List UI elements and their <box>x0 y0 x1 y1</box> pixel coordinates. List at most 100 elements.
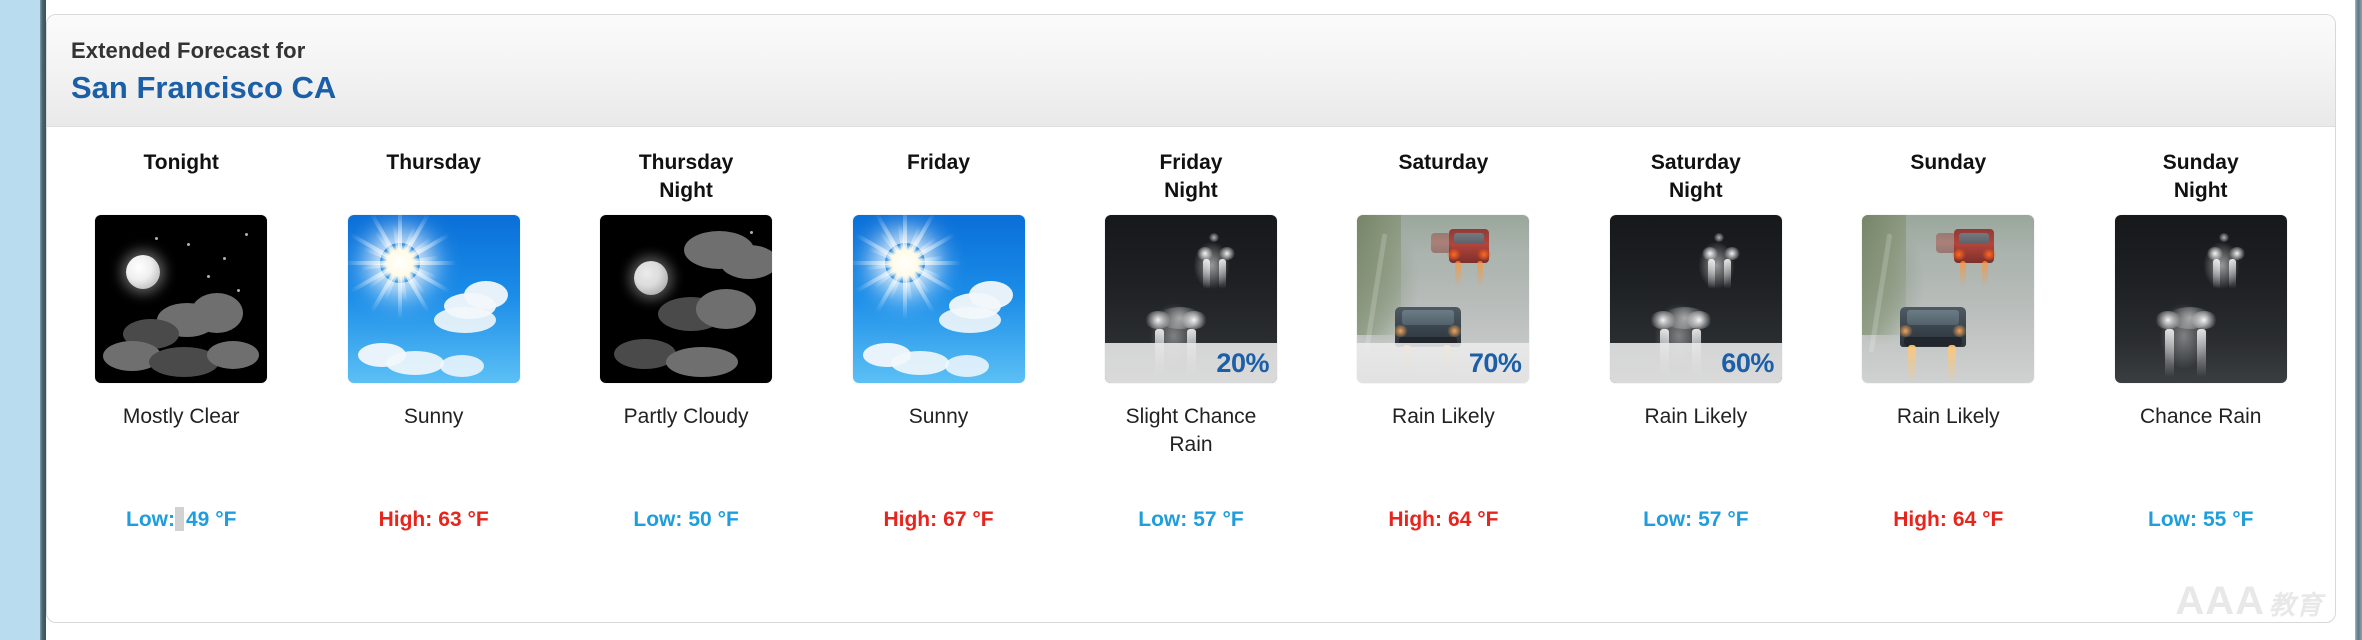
page-right-border <box>2355 0 2362 640</box>
forecast-icon-wrapper[interactable] <box>2075 215 2327 387</box>
temp-label: Low: <box>1643 508 1693 531</box>
forecast-icon-wrapper[interactable]: 20% <box>1065 215 1317 387</box>
night-mostly-clear-icon <box>95 215 268 383</box>
temp-value: 64 °F <box>1448 508 1499 531</box>
watermark-cjk-text: 教育 <box>2268 590 2323 620</box>
forecast-day-line1: Thursday <box>638 151 734 174</box>
forecast-day-label: Thursday Night <box>560 149 812 211</box>
text-selection-marker <box>175 507 184 531</box>
forecast-day-label: Friday <box>812 149 1064 211</box>
forecast-icon-wrapper[interactable] <box>560 215 812 387</box>
precip-probability-badge: 70% <box>1357 343 1530 383</box>
day-rain-icon <box>1862 215 2035 383</box>
precip-probability-text: 70% <box>1468 347 1522 378</box>
forecast-day-line1: Tonight <box>143 151 219 174</box>
forecast-columns: Tonight Mostly Clear Low: 49 °F Thursday Sunn… <box>47 127 2335 532</box>
forecast-day-line1: Sunday <box>1910 151 1987 174</box>
forecast-temperature: Low: 57 °F <box>1065 507 1317 532</box>
precip-probability-text: 60% <box>1721 347 1774 378</box>
forecast-location-title: San Francisco CA <box>71 69 337 105</box>
forecast-day-line1: Friday <box>1159 151 1223 174</box>
night-partly-cloudy-icon <box>600 215 773 383</box>
temp-value: 50 °F <box>688 508 739 531</box>
forecast-icon-wrapper[interactable] <box>55 215 307 387</box>
forecast-period-column[interactable]: Sunday Rain Likely High: 64 °F <box>1822 149 2074 532</box>
forecast-period-column[interactable]: Sunday Night Chance Rain Low: 55 °F <box>2075 149 2327 532</box>
temp-value: 64 °F <box>1952 508 2004 531</box>
forecast-period-column[interactable]: Saturday Night 60% Rain Likely Low: 57 °F <box>1570 149 1822 532</box>
forecast-day-line2: Night <box>1669 178 1723 202</box>
forecast-period-column[interactable]: Thursday Night Partly Cloudy Low: 50 °F <box>560 149 812 532</box>
forecast-condition-label: Sunny <box>307 403 559 467</box>
forecast-subtitle: Extended Forecast for <box>71 38 306 63</box>
forecast-day-line1: Friday <box>907 151 971 174</box>
day-sunny-icon <box>347 215 520 383</box>
temp-label: Low: <box>1138 508 1188 531</box>
temp-label: High: <box>378 508 433 531</box>
page-right-margin <box>2348 0 2355 640</box>
forecast-period-column[interactable]: Friday Night 20% Slight Chance Rain Low: 57 °F <box>1065 149 1317 532</box>
forecast-icon-wrapper[interactable]: 60% <box>1570 215 1822 387</box>
temp-label: Low: <box>633 508 683 531</box>
forecast-condition-line1: Partly Cloudy <box>623 405 749 428</box>
watermark: AAA 教育 <box>2175 579 2323 623</box>
temp-value: 55 °F <box>2203 508 2254 531</box>
forecast-condition-label: Rain Likely <box>1822 403 2074 467</box>
forecast-temperature: Low: 50 °F <box>560 507 812 532</box>
forecast-condition-label: Mostly Clear <box>55 403 307 467</box>
forecast-icon-wrapper[interactable] <box>812 215 1064 387</box>
temp-label: High: <box>1893 508 1947 531</box>
forecast-icon-wrapper[interactable] <box>307 215 559 387</box>
forecast-temperature: Low: 49 °F <box>55 507 307 532</box>
forecast-condition-label: Rain Likely <box>1317 403 1569 467</box>
forecast-condition-line1: Slight Chance <box>1125 405 1257 428</box>
forecast-period-column[interactable]: Friday Sunny High: 67 °F <box>812 149 1064 532</box>
temp-label: High: <box>883 508 938 531</box>
temp-label: Low: <box>2148 508 2197 531</box>
forecast-day-label: Sunday <box>1822 149 2074 211</box>
temp-value: 67 °F <box>943 508 994 531</box>
forecast-condition-label: Sunny <box>812 403 1064 467</box>
precip-probability-text: 20% <box>1216 347 1269 378</box>
forecast-day-line2: Night <box>2173 178 2228 202</box>
day-rain-icon: 70% <box>1357 215 1530 383</box>
forecast-temperature: Low: 55 °F <box>2075 507 2327 532</box>
forecast-temperature: High: 64 °F <box>1822 507 2074 532</box>
forecast-condition-line2: Rain <box>1169 433 1213 457</box>
forecast-condition-label: Chance Rain <box>2075 403 2327 467</box>
forecast-day-label: Tonight <box>55 149 307 211</box>
forecast-condition-line1: Rain Likely <box>1644 405 1748 428</box>
forecast-period-column[interactable]: Thursday Sunny High: 63 °F <box>307 149 559 532</box>
page-viewport: Extended Forecast for San Francisco CA T… <box>0 0 2362 640</box>
forecast-condition-label: Rain Likely <box>1570 403 1822 467</box>
forecast-day-line1: Thursday <box>386 151 481 174</box>
forecast-period-column[interactable]: Tonight Mostly Clear Low: 49 °F <box>55 149 307 532</box>
temp-label: High: <box>1388 508 1443 531</box>
temp-value: 49 °F <box>186 508 237 531</box>
temp-value: 57 °F <box>1193 508 1244 531</box>
forecast-temperature: High: 67 °F <box>812 507 1064 532</box>
forecast-condition-line1: Chance Rain <box>2140 405 2262 428</box>
forecast-icon-wrapper[interactable] <box>1822 215 2074 387</box>
forecast-day-line1: Sunday <box>2162 151 2239 174</box>
precip-probability-badge: 60% <box>1609 343 1782 383</box>
forecast-condition-line1: Sunny <box>403 405 464 428</box>
forecast-day-label: Saturday <box>1317 149 1569 211</box>
temp-label: Low: <box>126 508 175 531</box>
extended-forecast-card: Extended Forecast for San Francisco CA T… <box>46 14 2336 623</box>
forecast-temperature: High: 63 °F <box>307 507 559 532</box>
forecast-icon-wrapper[interactable]: 70% <box>1317 215 1569 387</box>
forecast-day-label: Sunday Night <box>2075 149 2327 211</box>
night-rain-icon: 60% <box>1609 215 1782 383</box>
forecast-temperature: Low: 57 °F <box>1570 507 1822 532</box>
watermark-text: AAA <box>2175 579 2265 623</box>
forecast-period-column[interactable]: Saturday 70% Rain Likely High: 64 °F <box>1317 149 1569 532</box>
forecast-condition-line1: Rain Likely <box>1896 405 2000 428</box>
forecast-day-label: Thursday <box>307 149 559 211</box>
forecast-day-line1: Saturday <box>1650 151 1741 174</box>
forecast-condition-line1: Mostly Clear <box>122 405 240 428</box>
precip-probability-badge: 20% <box>1104 343 1277 383</box>
forecast-day-line2: Night <box>659 178 713 202</box>
forecast-condition-line1: Rain Likely <box>1392 405 1495 428</box>
forecast-condition-label: Slight Chance Rain <box>1065 403 1317 467</box>
